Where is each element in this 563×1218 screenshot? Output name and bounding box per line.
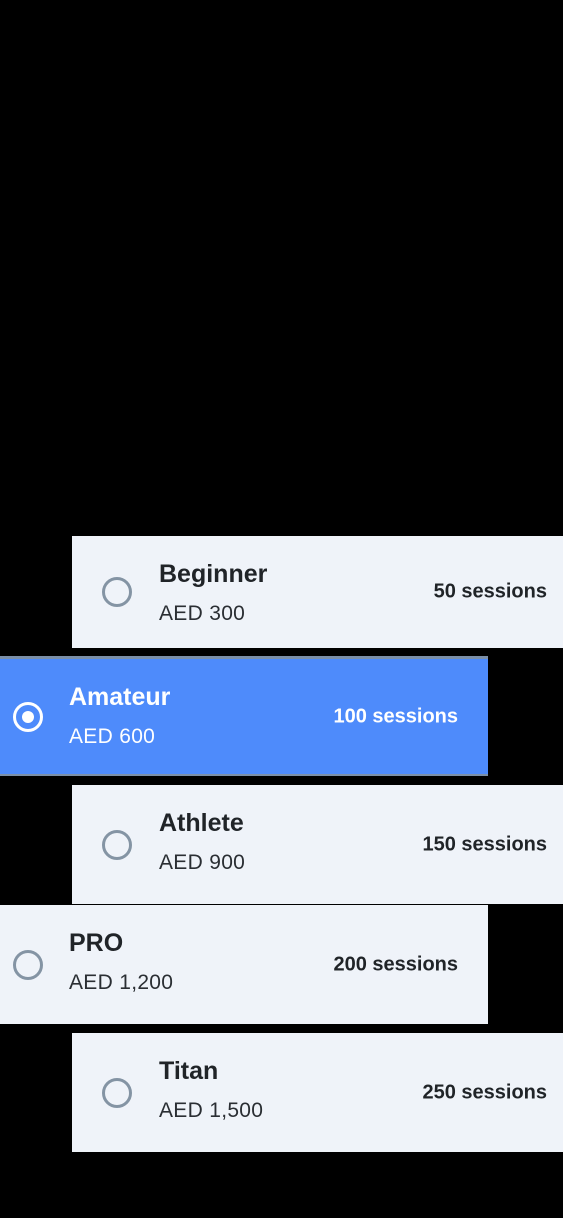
plan-option-beginner[interactable]: Beginner AED 300 50 sessions <box>72 536 563 648</box>
radio-button[interactable] <box>13 949 43 980</box>
radio-button[interactable] <box>13 701 43 732</box>
plan-price: AED 600 <box>69 725 156 748</box>
radio-dot <box>22 710 34 723</box>
radio-button[interactable] <box>102 829 132 860</box>
plan-name: Athlete <box>159 809 244 837</box>
plan-option-amateur[interactable]: Amateur AED 600 100 sessions <box>0 656 488 776</box>
plan-option-titan[interactable]: Titan AED 1,500 250 sessions <box>72 1033 563 1152</box>
plan-name: Amateur <box>69 683 171 711</box>
plan-price: AED 900 <box>159 851 246 874</box>
plan-sessions: 250 sessions <box>422 1081 547 1103</box>
plan-option-pro[interactable]: PRO AED 1,200 200 sessions <box>0 905 488 1024</box>
plan-option-athlete[interactable]: Athlete AED 900 150 sessions <box>72 785 563 904</box>
plan-sessions: 50 sessions <box>433 580 547 603</box>
plan-sessions: 100 sessions <box>333 705 458 727</box>
plan-name: Beginner <box>159 560 268 588</box>
plan-sessions: 150 sessions <box>422 833 547 855</box>
plan-price: AED 1,500 <box>159 1099 264 1122</box>
radio-button[interactable] <box>102 577 132 607</box>
plan-sessions: 200 sessions <box>333 953 458 975</box>
plan-name: Titan <box>159 1057 219 1085</box>
plan-price: AED 300 <box>159 602 246 625</box>
plan-price: AED 1,200 <box>69 971 174 994</box>
plan-name: PRO <box>69 929 124 957</box>
radio-button[interactable] <box>102 1077 132 1108</box>
